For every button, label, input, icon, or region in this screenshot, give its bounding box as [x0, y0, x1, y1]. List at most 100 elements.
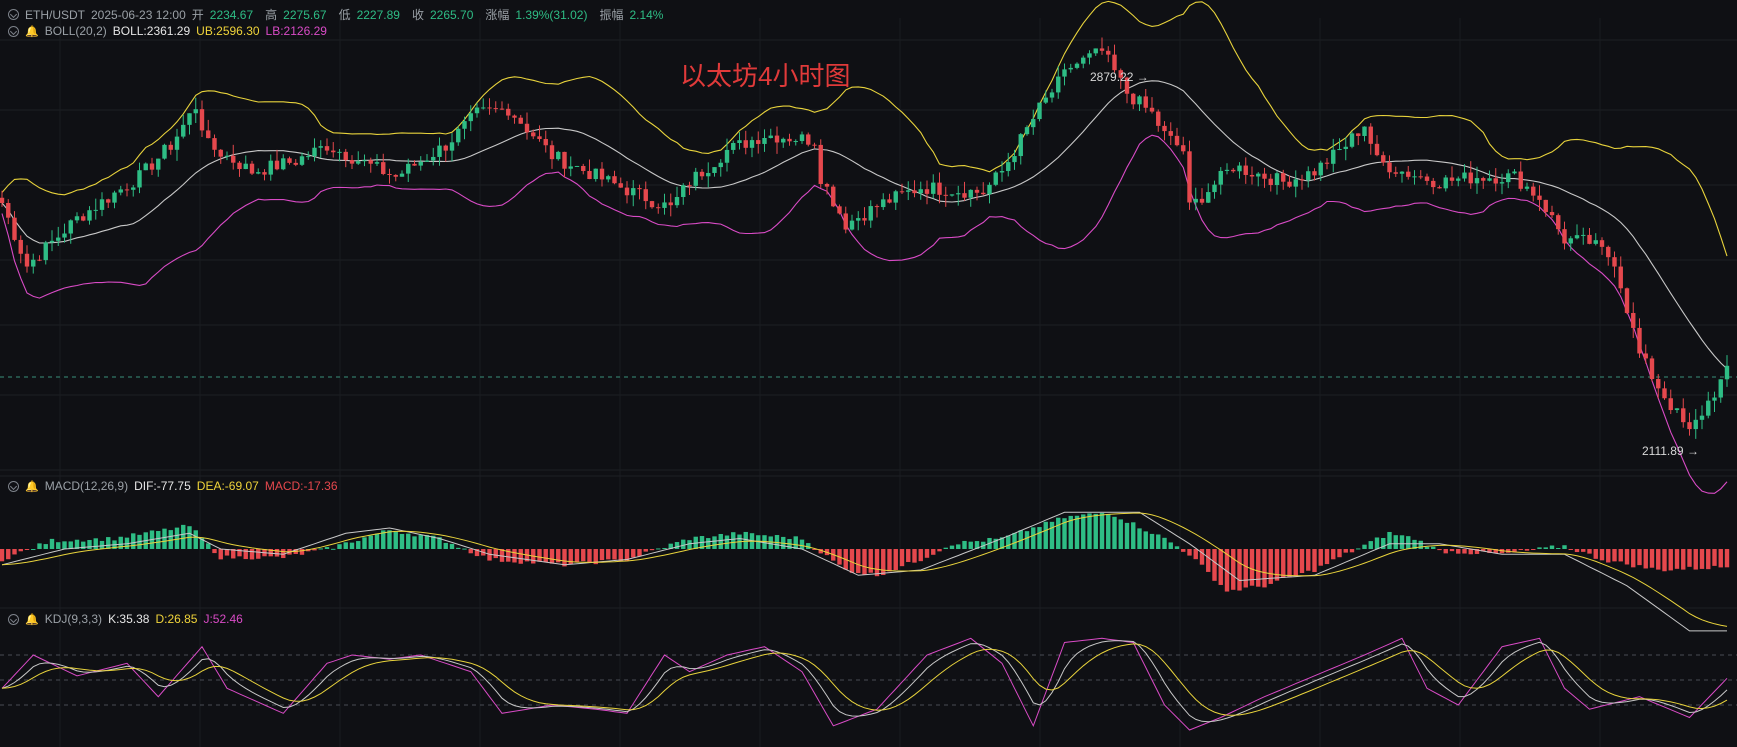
macd-hist-bar: [68, 541, 73, 549]
boll-ub-value: UB:2596.30: [196, 24, 260, 38]
macd-hist-bar: [1118, 519, 1123, 549]
macd-hist-bar: [93, 538, 98, 549]
candle-down: [937, 182, 942, 195]
candle-down: [824, 183, 830, 187]
candle-up: [1056, 76, 1061, 93]
candle-up: [568, 166, 573, 169]
candle-up: [799, 134, 805, 142]
candle-up: [1212, 184, 1217, 193]
macd-hist-bar: [1281, 549, 1286, 578]
candle-down: [1549, 212, 1555, 216]
macd-hist-bar: [1568, 549, 1573, 550]
macd-hist-bar: [1162, 537, 1167, 549]
candle-down: [943, 194, 948, 196]
candle-down: [1287, 181, 1292, 187]
macd-hist-bar: [1037, 527, 1042, 549]
candle-down: [124, 189, 130, 191]
macd-hist-bar: [1274, 549, 1280, 581]
macd-hist-bar: [1337, 549, 1342, 558]
macd-hist-bar: [343, 542, 348, 549]
candle-up: [1256, 173, 1261, 177]
candle-down: [1587, 234, 1592, 244]
macd-hist-bar: [249, 549, 255, 560]
candle-up: [737, 140, 742, 144]
candle-down: [1493, 178, 1498, 184]
candle-down: [837, 206, 842, 214]
candle-up: [449, 142, 455, 151]
macd-hist-bar: [62, 541, 67, 549]
macd-hist-bar: [1706, 549, 1711, 570]
chevron-down-icon[interactable]: [8, 480, 19, 492]
candle-up: [31, 259, 36, 267]
candle-down: [1437, 187, 1442, 189]
candle-up: [181, 124, 186, 137]
macd-hist-bar: [1099, 512, 1105, 549]
macd-hist-bar: [1524, 549, 1530, 551]
macd-hist-bar: [393, 531, 398, 549]
candle-down: [443, 145, 448, 151]
macd-hist-bar: [1456, 549, 1461, 554]
macd-hist-bar: [574, 549, 580, 563]
candle-down: [812, 144, 817, 146]
kdj-j-line: [1, 637, 1728, 731]
boll-value: BOLL:2361.29: [112, 24, 191, 38]
candle-down: [831, 186, 836, 207]
macd-hist-bar: [412, 536, 417, 549]
macd-hist-bar: [424, 535, 430, 549]
candle-up: [731, 143, 736, 150]
macd-hist-bar: [1699, 549, 1705, 569]
macd-hist-bar: [356, 541, 361, 549]
candle-up: [174, 136, 180, 150]
candle-down: [1249, 174, 1255, 177]
candle-down: [974, 189, 980, 193]
macd-hist-bar: [387, 530, 392, 549]
candle-up: [99, 199, 105, 210]
macd-hist-bar: [1124, 522, 1130, 549]
candle-down: [843, 213, 848, 230]
macd-hist-bar: [1031, 527, 1036, 549]
candle-down: [37, 259, 42, 261]
macd-hist-bar: [1687, 549, 1692, 567]
macd-hist-bar: [662, 548, 667, 550]
macd-hist-bar: [1718, 549, 1723, 568]
macd-hist-bar: [881, 549, 886, 576]
macd-hist-bar: [712, 536, 717, 549]
macd-hist-bar: [731, 532, 736, 549]
candle-down: [1681, 408, 1686, 423]
candle-up: [1718, 379, 1723, 398]
macd-hist-bar: [1349, 549, 1355, 553]
macd-hist-bar: [1693, 549, 1698, 570]
candle-down: [743, 140, 748, 148]
candlestick-chart[interactable]: [0, 0, 1737, 747]
macd-hist-bar: [793, 536, 798, 549]
chevron-down-icon[interactable]: [8, 9, 19, 20]
candle-down: [1599, 240, 1605, 247]
bell-icon[interactable]: 🔔: [25, 25, 39, 38]
macd-hist-bar: [943, 547, 948, 549]
bell-icon[interactable]: 🔔: [25, 613, 39, 626]
macd-hist-bar: [1143, 531, 1148, 549]
chevron-down-icon[interactable]: [8, 25, 19, 37]
candle-down: [287, 158, 292, 163]
candle-up: [1074, 63, 1080, 68]
macd-hist-bar: [1074, 515, 1080, 549]
candle-down: [168, 144, 173, 150]
candle-up: [187, 113, 192, 125]
candle-down: [524, 123, 530, 133]
candle-up: [1506, 173, 1511, 183]
macd-hist-bar: [37, 543, 42, 549]
candle-down: [12, 217, 17, 240]
candle-up: [1224, 169, 1230, 171]
candle-down: [293, 162, 298, 165]
candle-up: [1343, 146, 1348, 150]
candle-up: [993, 172, 998, 185]
macd-hist-bar: [49, 538, 55, 549]
chevron-down-icon[interactable]: [8, 613, 19, 625]
bell-icon[interactable]: 🔔: [25, 480, 39, 493]
candle-down: [1668, 398, 1673, 411]
candle-down: [249, 163, 255, 174]
candle-up: [1712, 397, 1717, 401]
boll-lower-line: [1, 134, 1728, 494]
candle-up: [1093, 48, 1098, 54]
candle-up: [56, 237, 61, 241]
